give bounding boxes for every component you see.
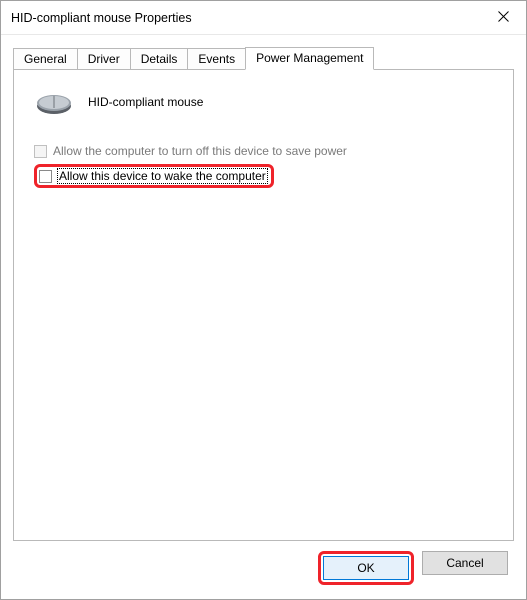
- checkbox-row-allow-turn-off: Allow the computer to turn off this devi…: [34, 144, 499, 158]
- client-area: General Driver Details Events Power Mana…: [1, 35, 526, 599]
- tab-driver[interactable]: Driver: [77, 48, 131, 70]
- checkbox-allow-wake[interactable]: [39, 170, 52, 183]
- tab-strip: General Driver Details Events Power Mana…: [13, 45, 514, 69]
- tab-events[interactable]: Events: [187, 48, 246, 70]
- window-title: HID-compliant mouse Properties: [11, 11, 192, 25]
- tab-panel-power-management: HID-compliant mouse Allow the computer t…: [13, 69, 514, 541]
- highlight-ok: OK: [318, 551, 414, 585]
- properties-window: HID-compliant mouse Properties General D…: [0, 0, 527, 600]
- checkbox-row-allow-wake: Allow this device to wake the computer: [34, 164, 499, 188]
- checkbox-allow-turn-off: [34, 145, 47, 158]
- dialog-buttons: OK Cancel: [13, 541, 514, 587]
- tab-general[interactable]: General: [13, 48, 78, 70]
- tab-details[interactable]: Details: [130, 48, 189, 70]
- close-button[interactable]: [480, 1, 526, 34]
- checkbox-allow-wake-label[interactable]: Allow this device to wake the computer: [58, 169, 267, 183]
- mouse-icon: [34, 88, 74, 116]
- highlight-allow-wake: Allow this device to wake the computer: [34, 164, 274, 188]
- ok-button[interactable]: OK: [323, 556, 409, 580]
- cancel-button[interactable]: Cancel: [422, 551, 508, 575]
- device-header: HID-compliant mouse: [34, 88, 499, 116]
- device-name-label: HID-compliant mouse: [88, 95, 203, 109]
- titlebar: HID-compliant mouse Properties: [1, 1, 526, 35]
- checkbox-allow-turn-off-label: Allow the computer to turn off this devi…: [53, 144, 347, 158]
- close-icon: [498, 11, 509, 25]
- tab-power-management[interactable]: Power Management: [245, 47, 374, 70]
